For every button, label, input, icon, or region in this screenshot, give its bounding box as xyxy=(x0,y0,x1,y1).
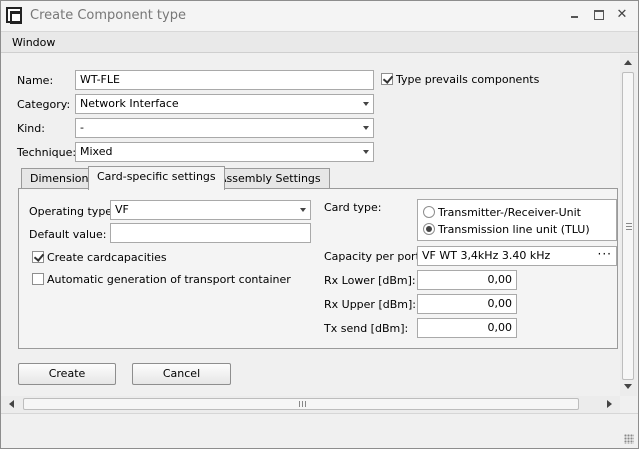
ellipsis-icon[interactable]: ··· xyxy=(598,247,612,261)
category-label: Category: xyxy=(17,98,71,111)
radio-transmission-line-unit-label: Transmission line unit (TLU) xyxy=(438,223,590,236)
operating-type-value: VF xyxy=(115,203,129,216)
scroll-left-icon[interactable] xyxy=(9,400,14,408)
type-prevails-checkbox[interactable] xyxy=(381,73,393,85)
rx-upper-input[interactable]: 0,00 xyxy=(417,294,517,314)
tab-assembly-settings[interactable]: Assembly Settings xyxy=(210,168,330,188)
minimize-icon[interactable] xyxy=(567,7,583,23)
technique-select[interactable]: Mixed xyxy=(75,142,374,162)
title-bar[interactable]: Create Component type ✕ xyxy=(1,1,638,31)
menu-bar: Window xyxy=(1,31,638,53)
horizontal-scroll-thumb[interactable] xyxy=(23,398,579,410)
category-select[interactable]: Network Interface xyxy=(75,94,374,114)
tab-card-specific-settings[interactable]: Card-specific settings xyxy=(88,166,225,190)
grip-icon xyxy=(626,223,632,230)
dialog-window: Create Component type ✕ Window Name: WT-… xyxy=(0,0,639,449)
grip-icon xyxy=(299,401,306,407)
maximize-icon[interactable] xyxy=(591,7,607,23)
vertical-scroll-thumb[interactable] xyxy=(622,72,634,380)
cancel-button[interactable]: Cancel xyxy=(132,363,231,385)
kind-select[interactable]: - xyxy=(75,118,374,138)
operating-type-select[interactable]: VF xyxy=(110,200,311,220)
horizontal-scrollbar[interactable] xyxy=(1,396,620,413)
operating-type-label: Operating type: xyxy=(29,205,116,218)
window-title: Create Component type xyxy=(30,8,186,23)
radio-transmission-line-unit[interactable] xyxy=(423,223,435,235)
menu-item-window[interactable]: Window xyxy=(12,36,55,49)
capacity-per-port-label: Capacity per port: xyxy=(324,250,424,263)
chevron-down-icon xyxy=(363,102,369,106)
radio-transmitter-receiver-label: Transmitter-/Receiver-Unit xyxy=(438,206,581,219)
scroll-up-icon[interactable] xyxy=(624,60,632,65)
name-label: Name: xyxy=(17,74,54,87)
close-icon[interactable]: ✕ xyxy=(614,7,630,23)
tx-send-input[interactable]: 0,00 xyxy=(417,318,517,338)
rx-upper-label: Rx Upper [dBm]: xyxy=(324,298,416,311)
name-input[interactable]: WT-FLE xyxy=(75,70,374,90)
capacity-per-port-value: VF WT 3,4kHz 3.40 kHz xyxy=(422,249,551,262)
create-cardcapacities-checkbox[interactable] xyxy=(32,251,44,263)
capacity-per-port-field[interactable]: VF WT 3,4kHz 3.40 kHz ··· xyxy=(417,246,617,266)
chevron-down-icon xyxy=(300,208,306,212)
status-bar xyxy=(1,413,638,448)
radio-transmitter-receiver[interactable] xyxy=(423,206,435,218)
auto-transport-label: Automatic generation of transport contai… xyxy=(47,273,291,286)
scroll-down-icon[interactable] xyxy=(624,384,632,389)
auto-transport-checkbox[interactable] xyxy=(32,273,44,285)
kind-label: Kind: xyxy=(17,122,45,135)
create-button[interactable]: Create xyxy=(18,363,116,385)
chevron-down-icon xyxy=(363,126,369,130)
chevron-down-icon xyxy=(363,150,369,154)
rx-lower-input[interactable]: 0,00 xyxy=(417,270,517,290)
card-type-label: Card type: xyxy=(324,201,382,214)
app-logo-icon xyxy=(6,7,22,24)
scroll-right-icon[interactable] xyxy=(607,400,612,408)
default-value-label: Default value: xyxy=(29,228,107,241)
rx-lower-label: Rx Lower [dBm]: xyxy=(324,274,416,287)
default-value-input[interactable] xyxy=(110,223,311,243)
type-prevails-label: Type prevails components xyxy=(396,73,540,86)
card-settings-panel: Operating type: VF Default value: Create… xyxy=(18,188,618,349)
category-value: Network Interface xyxy=(80,97,179,110)
tab-dimension[interactable]: Dimension xyxy=(21,168,98,188)
tx-send-label: Tx send [dBm]: xyxy=(324,322,409,335)
card-type-radio-group: Transmitter-/Receiver-Unit Transmission … xyxy=(417,199,617,241)
kind-value: - xyxy=(80,121,84,134)
resize-grip-icon[interactable] xyxy=(624,434,634,444)
technique-value: Mixed xyxy=(80,145,113,158)
create-cardcapacities-label: Create cardcapacities xyxy=(47,251,167,264)
technique-label: Technique: xyxy=(17,146,77,159)
vertical-scrollbar[interactable] xyxy=(620,54,637,396)
